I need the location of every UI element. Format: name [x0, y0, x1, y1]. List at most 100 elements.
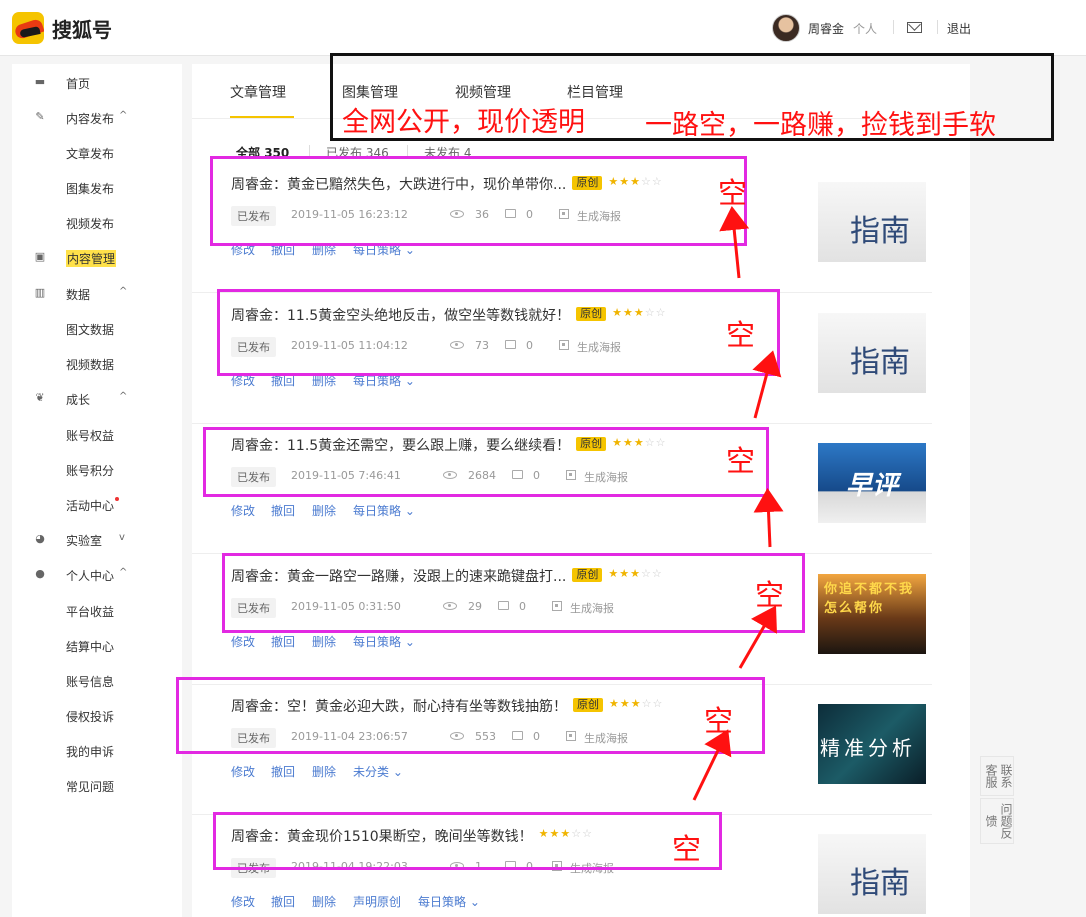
article-thumbnail[interactable]: 指南 — [818, 182, 926, 262]
sidebar-item-label: 成长 — [66, 393, 91, 407]
sidebar-item-platform-income[interactable]: 平台收益 — [12, 595, 182, 625]
article-action-link[interactable]: 删除 — [312, 502, 336, 519]
sidebar-item-infringement[interactable]: 侵权投诉 — [12, 700, 182, 730]
article-action-link[interactable]: 每日策略 ⌄ — [418, 893, 480, 910]
feedback-button[interactable]: 问题反馈 — [980, 798, 1014, 844]
sidebar-item-label: 实验室 — [66, 534, 103, 548]
sidebar-item-video-publish[interactable]: 视频发布 — [12, 207, 182, 237]
logout-link[interactable]: 退出 — [947, 20, 971, 37]
thumbnail-caption: 你追不都不我怎么帮你 — [824, 582, 915, 616]
chevron-up-icon: ^ — [119, 110, 128, 121]
chevron-up-icon: ^ — [119, 391, 128, 402]
annotation-box — [176, 677, 765, 754]
article-thumbnail[interactable]: 精准分析 — [818, 704, 926, 784]
annotation-marker: 空 — [726, 444, 756, 478]
annotation-marker: 空 — [672, 832, 702, 866]
article-action-link[interactable]: 删除 — [312, 893, 336, 910]
annotation-marker: 空 — [704, 704, 734, 738]
sidebar: ▬ 首页 ✎ 内容发布 ^ 文章发布 图集发布 视频发布 ▣ 内容管理 ▥ 数据 ^ 图文数… — [12, 64, 182, 917]
article-action-link[interactable]: 撤回 — [271, 633, 295, 650]
sidebar-item-faq[interactable]: 常见问题 — [12, 770, 182, 800]
article-action-link[interactable]: 修改 — [231, 502, 255, 519]
article-action-link[interactable]: 撤回 — [271, 893, 295, 910]
sidebar-item-lab[interactable]: ◕ 实验室 v — [12, 524, 182, 554]
thumbnail-caption: 精准分析 — [820, 736, 916, 760]
divider — [937, 20, 938, 34]
sidebar-item-personal-center[interactable]: ● 个人中心 ^ — [12, 559, 182, 589]
sidebar-item-label: 视频发布 — [66, 217, 115, 231]
sidebar-item-label: 账号积分 — [66, 464, 115, 478]
lab-icon: ◕ — [35, 532, 45, 545]
sidebar-item-content-publish[interactable]: ✎ 内容发布 ^ — [12, 102, 182, 132]
article-action-link[interactable]: 修改 — [231, 763, 255, 780]
sidebar-item-label: 活动中心 — [66, 499, 115, 513]
sidebar-item-account-points[interactable]: 账号积分 — [12, 454, 182, 484]
annotation-box — [210, 156, 747, 246]
annotation-headline-right: 一路空，一路赚，捡钱到手软 — [645, 110, 996, 141]
thumbnail-caption: 指南 — [850, 866, 910, 901]
mail-icon[interactable] — [907, 22, 922, 33]
sidebar-item-activity-center[interactable]: 活动中心 — [12, 489, 182, 519]
article-thumbnail[interactable]: 你追不都不我怎么帮你 — [818, 574, 926, 654]
article-action-link[interactable]: 删除 — [312, 763, 336, 780]
pencil-icon: ✎ — [35, 110, 45, 123]
notification-dot — [115, 497, 119, 501]
bar-chart-icon: ▥ — [34, 286, 46, 299]
sidebar-item-home[interactable]: ▬ 首页 — [12, 67, 182, 97]
sidebar-item-label: 常见问题 — [66, 780, 115, 794]
article-action-link[interactable]: 每日策略 ⌄ — [353, 633, 415, 650]
sidebar-item-label: 首页 — [66, 77, 91, 91]
sidebar-item-label: 数据 — [66, 288, 91, 302]
article-action-link[interactable]: 撤回 — [271, 502, 295, 519]
thumbnail-caption: 指南 — [850, 214, 910, 249]
sidebar-item-label: 内容管理 — [66, 250, 117, 267]
top-header: 搜狐号 周睿金 个人 退出 — [0, 0, 1086, 56]
sidebar-item-video-data[interactable]: 视频数据 — [12, 348, 182, 378]
annotation-marker: 空 — [726, 318, 756, 352]
sidebar-item-data[interactable]: ▥ 数据 ^ — [12, 278, 182, 308]
sidebar-item-label: 我的申诉 — [66, 745, 115, 759]
sidebar-item-label: 文章发布 — [66, 147, 115, 161]
article-action-link[interactable]: 修改 — [231, 633, 255, 650]
sidebar-item-growth[interactable]: ❦ 成长 ^ — [12, 383, 182, 413]
tab-article-manage[interactable]: 文章管理 — [230, 82, 286, 102]
article-action-link[interactable]: 未分类 ⌄ — [353, 763, 403, 780]
article-action-link[interactable]: 删除 — [312, 633, 336, 650]
contact-service-button[interactable]: 联系客服 — [980, 756, 1014, 796]
annotation-box — [213, 812, 722, 870]
monitor-icon: ▬ — [34, 75, 46, 88]
divider — [893, 20, 894, 34]
sidebar-item-content-manage[interactable]: ▣ 内容管理 — [12, 242, 182, 272]
thumbnail-caption: 早评 — [846, 471, 899, 501]
document-icon: ▣ — [34, 250, 46, 263]
sidebar-item-label: 平台收益 — [66, 605, 115, 619]
sidebar-item-settlement[interactable]: 结算中心 — [12, 630, 182, 660]
sidebar-item-gallery-publish[interactable]: 图集发布 — [12, 172, 182, 202]
annotation-marker: 空 — [755, 578, 785, 612]
annotation-box — [222, 553, 805, 633]
sidebar-item-my-appeals[interactable]: 我的申诉 — [12, 735, 182, 765]
article-action-link[interactable]: 每日策略 ⌄ — [353, 502, 415, 519]
sidebar-item-article-publish[interactable]: 文章发布 — [12, 137, 182, 167]
sidebar-item-account-rights[interactable]: 账号权益 — [12, 419, 182, 449]
sidebar-item-account-info[interactable]: 账号信息 — [12, 665, 182, 695]
article-action-link[interactable]: 声明原创 — [353, 893, 401, 910]
person-icon: ● — [35, 567, 45, 580]
article-thumbnail[interactable]: 指南 — [818, 834, 926, 914]
user-avatar[interactable] — [772, 14, 800, 42]
sidebar-item-label: 结算中心 — [66, 640, 115, 654]
article-action-link[interactable]: 撤回 — [271, 763, 295, 780]
annotation-box — [217, 289, 780, 376]
sidebar-item-label: 图文数据 — [66, 323, 115, 337]
brand-name[interactable]: 搜狐号 — [52, 14, 112, 43]
sohu-logo-icon[interactable] — [12, 12, 44, 44]
sidebar-item-label: 视频数据 — [66, 358, 115, 372]
article-thumbnail[interactable]: 早评 — [818, 443, 926, 523]
chevron-up-icon: ^ — [119, 286, 128, 297]
sidebar-item-label: 内容发布 — [66, 112, 115, 126]
article-thumbnail[interactable]: 指南 — [818, 313, 926, 393]
sidebar-item-label: 图集发布 — [66, 182, 115, 196]
sidebar-item-article-data[interactable]: 图文数据 — [12, 313, 182, 343]
article-action-link[interactable]: 修改 — [231, 893, 255, 910]
user-name[interactable]: 周睿金 — [808, 20, 844, 37]
